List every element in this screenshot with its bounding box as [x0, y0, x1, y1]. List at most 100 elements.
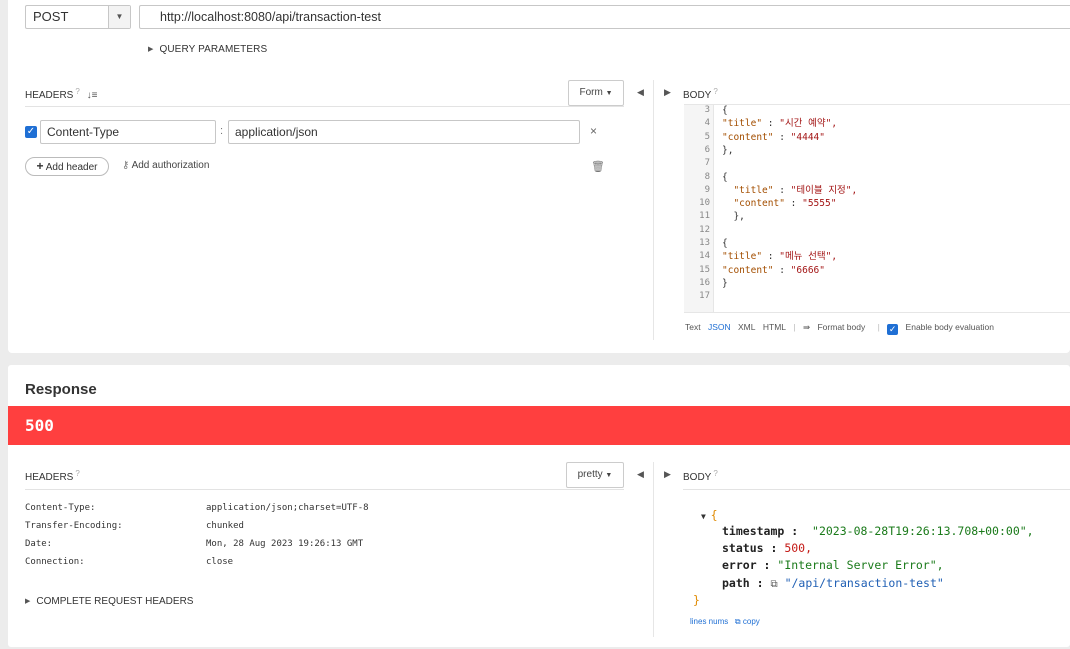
- response-body-heading: BODY?: [683, 469, 718, 483]
- response-panel: Response 500 HEADERS? pretty ▼ ◀ ▶ Conte…: [8, 365, 1070, 647]
- json-line-timestamp: timestamp : "2023-08-28T19:26:13.708+00:…: [722, 524, 1034, 538]
- format-html[interactable]: HTML: [763, 322, 786, 332]
- complete-request-headers-toggle[interactable]: ▶ COMPLETE REQUEST HEADERS: [25, 596, 193, 607]
- json-value: "테이블 지정",: [790, 184, 858, 196]
- line-number: 7: [704, 158, 710, 169]
- line-number: 16: [699, 277, 710, 288]
- query-parameters-toggle[interactable]: ▶ QUERY PARAMETERS: [148, 44, 267, 55]
- json-root-close: }: [693, 593, 700, 607]
- query-parameters-label: QUERY PARAMETERS: [159, 44, 268, 55]
- json-line-error: error : "Internal Server Error",: [722, 558, 944, 572]
- code-line: },: [722, 144, 734, 156]
- add-header-button[interactable]: + Add header: [25, 157, 109, 176]
- response-header-value: application/json;charset=UTF-8: [206, 503, 369, 513]
- external-link-icon[interactable]: ⧉: [770, 579, 777, 590]
- json-value: "Internal Server Error",: [777, 558, 944, 572]
- headers-label: HEADERS: [25, 90, 74, 101]
- line-number: 9: [704, 184, 710, 195]
- lines-nums-toggle[interactable]: lines nums: [690, 617, 728, 626]
- line-number: 8: [704, 171, 710, 182]
- chevron-down-icon: ▼: [605, 90, 613, 97]
- line-number: 15: [699, 264, 710, 275]
- json-line-path: path : ⧉ "/api/transaction-test": [722, 576, 944, 590]
- line-number: 6: [704, 144, 710, 155]
- json-key: "title": [722, 118, 763, 130]
- json-value: "시간 예약",: [779, 118, 838, 130]
- response-headers-heading: HEADERS?: [25, 469, 80, 483]
- panel-divider: [653, 80, 654, 340]
- json-colon: :: [773, 131, 791, 143]
- plus-icon: +: [36, 159, 44, 173]
- header-enabled-checkbox[interactable]: ✓: [25, 126, 37, 138]
- json-key: error :: [722, 558, 771, 572]
- json-colon: :: [762, 251, 780, 263]
- trash-icon[interactable]: 🗑: [591, 160, 605, 173]
- collapse-caret-icon[interactable]: ▼: [701, 512, 711, 521]
- method-value: POST: [33, 9, 69, 24]
- path-link[interactable]: "/api/transaction-test": [785, 576, 944, 590]
- body-editor[interactable]: 3 {4 "title" : "시간 예약", 5 "content" : "4444"…: [684, 104, 1070, 313]
- collapse-right-icon[interactable]: ▶: [664, 469, 671, 480]
- method-select[interactable]: POST ▼: [25, 5, 131, 29]
- enable-body-evaluation-label: Enable body evaluation: [905, 322, 994, 332]
- form-toggle-button[interactable]: Form ▼: [568, 80, 624, 106]
- remove-header-icon[interactable]: ×: [590, 124, 597, 138]
- copy-button[interactable]: ⧉ copy: [735, 617, 760, 626]
- code-line: "content" : "5555": [722, 197, 836, 210]
- help-icon[interactable]: ?: [713, 87, 717, 96]
- line-number: 14: [699, 251, 710, 262]
- request-body-heading: BODY?: [683, 87, 718, 101]
- json-value: "5555": [802, 198, 837, 210]
- format-json[interactable]: JSON: [708, 322, 731, 332]
- chevron-down-icon[interactable]: ▼: [108, 6, 130, 28]
- code-line: "content" : "4444": [722, 131, 825, 144]
- enable-body-evaluation-checkbox[interactable]: ✓ Enable body evaluation: [887, 322, 999, 335]
- separator: |: [877, 322, 880, 332]
- line-number: 17: [699, 291, 710, 302]
- response-header-value: Mon, 28 Aug 2023 19:26:13 GMT: [206, 539, 364, 549]
- divider: [25, 106, 624, 107]
- line-number: 3: [704, 105, 710, 115]
- help-icon[interactable]: ?: [75, 469, 79, 478]
- collapse-left-icon[interactable]: ◀: [637, 469, 644, 480]
- json-colon: :: [773, 264, 791, 276]
- close-brace: }: [693, 593, 700, 607]
- url-input[interactable]: http://localhost:8080/api/transaction-te…: [139, 5, 1070, 29]
- separator-colon: :: [220, 125, 224, 137]
- format-body-label: Format body: [817, 322, 866, 332]
- collapse-right-icon[interactable]: ▶: [664, 87, 671, 98]
- line-number: 13: [699, 238, 710, 248]
- code-line: }: [722, 277, 728, 289]
- copy-icon: ⧉: [734, 617, 741, 626]
- line-number: 4: [704, 118, 710, 129]
- pretty-toggle-button[interactable]: pretty ▼: [566, 462, 624, 488]
- sort-icon[interactable]: ↓≡: [87, 90, 98, 101]
- response-header-name: Content-Type:: [25, 503, 96, 513]
- line-number: 10: [699, 198, 710, 209]
- line-number: 12: [699, 224, 710, 235]
- format-text[interactable]: Text: [685, 322, 701, 332]
- panel-divider: [653, 462, 654, 637]
- collapse-left-icon[interactable]: ◀: [637, 87, 644, 98]
- status-code-bar: 500: [8, 406, 1070, 445]
- json-value: "메뉴 선택",: [779, 251, 838, 263]
- pretty-label: pretty: [577, 469, 603, 480]
- format-xml[interactable]: XML: [738, 322, 755, 332]
- code-line: },: [722, 211, 745, 223]
- divider: [25, 489, 624, 490]
- request-headers-heading: HEADERS? ↓≡: [25, 87, 97, 101]
- header-value-input[interactable]: application/json: [228, 120, 580, 144]
- code-line: "content" : "6666": [722, 264, 825, 277]
- line-number: 11: [699, 211, 710, 222]
- header-name-input[interactable]: Content-Type: [40, 120, 216, 144]
- help-icon[interactable]: ?: [75, 87, 79, 96]
- response-header-name: Transfer-Encoding:: [25, 521, 123, 531]
- json-colon: :: [773, 184, 791, 196]
- add-authorization-link[interactable]: ⚷ Add authorization: [122, 160, 209, 171]
- code-line: {: [722, 105, 728, 116]
- open-brace: {: [710, 508, 718, 522]
- divider: [683, 489, 1070, 490]
- help-icon[interactable]: ?: [713, 469, 717, 478]
- format-body-button[interactable]: ⇛ Format body: [803, 322, 870, 332]
- format-icon: ⇛: [802, 322, 811, 332]
